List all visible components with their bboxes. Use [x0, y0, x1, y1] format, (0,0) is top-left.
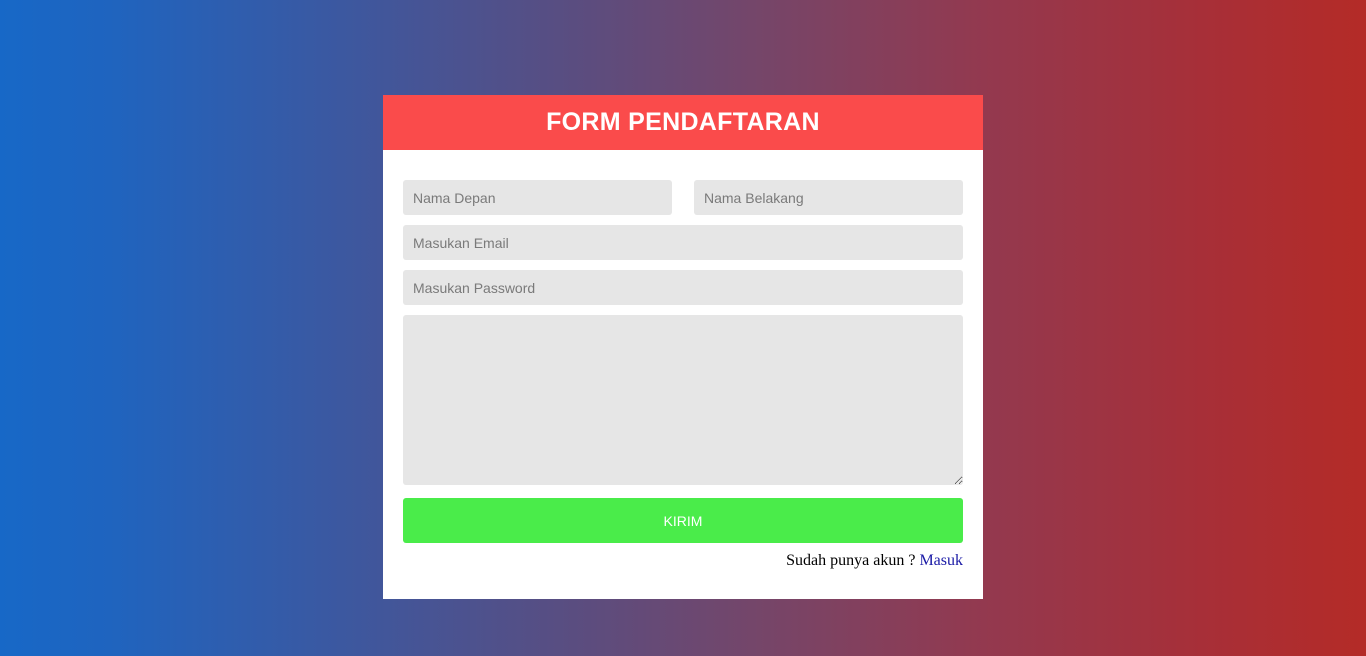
page-title: FORM PENDAFTARAN — [546, 108, 820, 136]
submit-button[interactable]: KIRIM — [403, 498, 963, 543]
last-name-input[interactable] — [694, 180, 963, 215]
first-name-input[interactable] — [403, 180, 672, 215]
password-input[interactable] — [403, 270, 963, 305]
login-prompt-text: Sudah punya akun ? — [786, 552, 920, 569]
card-header: FORM PENDAFTARAN — [383, 95, 983, 150]
login-prompt: Sudah punya akun ? Masuk — [403, 552, 963, 570]
email-input[interactable] — [403, 225, 963, 260]
login-link[interactable]: Masuk — [919, 552, 963, 569]
message-textarea[interactable] — [403, 315, 963, 485]
name-row — [403, 180, 963, 215]
registration-form: KIRIM Sudah punya akun ? Masuk — [383, 150, 983, 570]
registration-card: FORM PENDAFTARAN KIRIM Sudah punya akun … — [383, 95, 983, 599]
